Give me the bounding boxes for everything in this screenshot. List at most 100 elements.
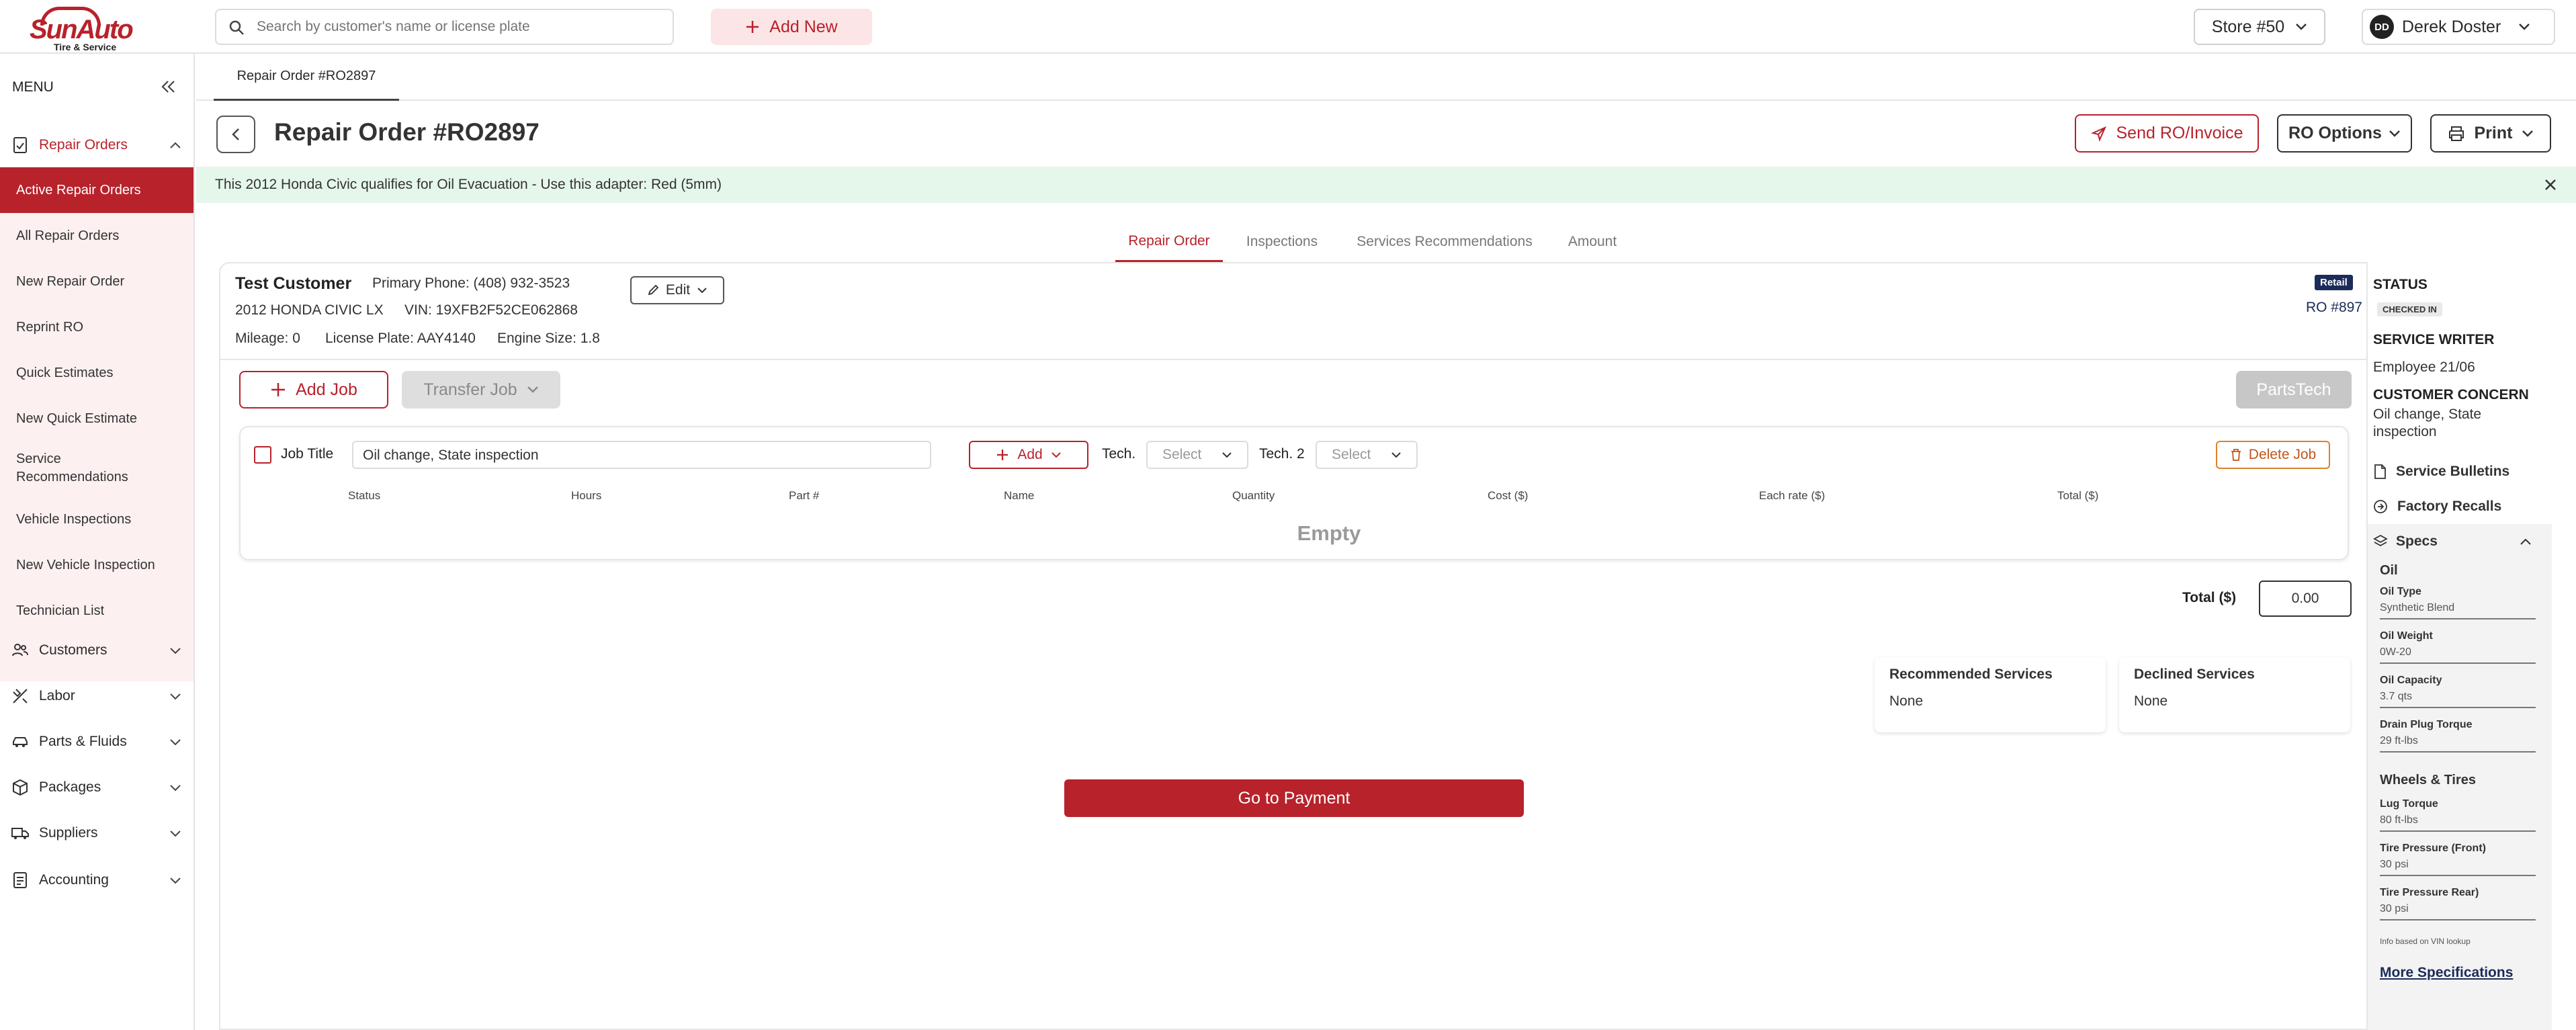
tab-inspections[interactable]: Inspections: [1235, 222, 1329, 262]
chevron-down-icon: [1222, 452, 1232, 458]
vehicle-mileage: Mileage: 0: [235, 331, 300, 346]
tab-repair-order[interactable]: Repair Order #RO2897: [214, 54, 399, 101]
send-invoice-label: Send RO/Invoice: [2116, 124, 2243, 142]
send-icon: [2090, 126, 2106, 142]
job-title-input[interactable]: Oil change, State inspection: [352, 441, 931, 469]
top-bar: SunAuto Tire & Service Add New Store #50…: [0, 0, 2576, 54]
add-job-button[interactable]: Add Job: [239, 371, 388, 409]
add-new-button[interactable]: Add New: [711, 9, 872, 45]
spec-key: Oil Weight: [2380, 630, 2433, 642]
oil-evacuation-banner: This 2012 Honda Civic qualifies for Oil …: [196, 167, 2576, 203]
sidebar-item-all-repair-orders[interactable]: All Repair Orders: [0, 213, 194, 259]
sidebar-item-technician-list[interactable]: Technician List: [0, 588, 194, 634]
spec-value: 3.7 qts: [2380, 691, 2413, 702]
service-bulletins-link[interactable]: Service Bulletins: [2373, 464, 2509, 480]
sidebar-item-service-recommendations[interactable]: Service Recommendations: [0, 441, 134, 495]
send-invoice-button[interactable]: Send RO/Invoice: [2075, 114, 2259, 153]
tab-services-recommendations[interactable]: Services Recommendations: [1344, 222, 1545, 262]
specs-label: Specs: [2396, 533, 2438, 549]
nav-accounting[interactable]: Accounting: [0, 859, 195, 902]
declined-services-box: Declined Services None: [2119, 657, 2350, 732]
chevron-down-icon: [2522, 130, 2534, 137]
vehicle-name: 2012 HONDA CIVIC LX: [235, 302, 384, 318]
delete-job-button[interactable]: Delete Job: [2216, 441, 2330, 469]
transfer-job-button[interactable]: Transfer Job: [402, 371, 560, 409]
chevron-up-icon: [170, 142, 181, 148]
column-header: Hours: [571, 489, 602, 502]
customer-phone: Primary Phone: (408) 932-3523: [372, 275, 570, 291]
nav-parts-fluids[interactable]: Parts & Fluids: [0, 720, 195, 763]
column-header: Quantity: [1232, 489, 1275, 502]
nav-labor-label: Labor: [39, 688, 75, 703]
nav-customers[interactable]: Customers: [0, 629, 195, 672]
sidebar-item-new-quick-estimate[interactable]: New Quick Estimate: [0, 396, 194, 441]
collapse-sidebar-icon[interactable]: [159, 77, 179, 97]
spec-key: Drain Plug Torque: [2380, 719, 2473, 730]
sidebar-item-new-repair-order[interactable]: New Repair Order: [0, 259, 194, 304]
back-button[interactable]: [216, 116, 255, 153]
logo-text: SunAuto: [30, 15, 134, 44]
sidebar-item-quick-estimates[interactable]: Quick Estimates: [0, 350, 194, 396]
nav-repair-orders[interactable]: Repair Orders: [0, 124, 195, 167]
recommended-services-box: Recommended Services None: [1875, 657, 2106, 732]
close-icon[interactable]: [2541, 175, 2560, 194]
print-button[interactable]: Print: [2430, 114, 2551, 153]
spec-divider: [2380, 919, 2536, 920]
customer-name[interactable]: Test Customer: [235, 274, 351, 294]
delete-job-label: Delete Job: [2248, 447, 2317, 462]
repair-order-icon: [13, 137, 27, 153]
sidebar-item-vehicle-inspections[interactable]: Vehicle Inspections: [0, 497, 194, 542]
edit-button[interactable]: Edit: [630, 276, 724, 304]
tech2-select[interactable]: Select: [1316, 441, 1418, 469]
chevron-down-icon: [170, 648, 181, 654]
store-selector[interactable]: Store #50: [2194, 9, 2325, 45]
spec-value: 0W-20: [2380, 646, 2411, 658]
chevron-down-icon: [170, 693, 181, 700]
tab-repair-order-content[interactable]: Repair Order: [1115, 222, 1223, 262]
specs-header[interactable]: Specs: [2373, 527, 2548, 556]
search-input[interactable]: [257, 17, 660, 37]
partstech-button[interactable]: PartsTech: [2236, 371, 2352, 409]
user-menu[interactable]: DD Derek Doster: [2362, 9, 2555, 45]
recall-icon: [2374, 500, 2387, 513]
ro-options-button[interactable]: RO Options: [2277, 114, 2412, 153]
spec-divider: [2380, 707, 2536, 708]
customer-concern-label: CUSTOMER CONCERN: [2373, 387, 2529, 402]
repair-orders-submenu: Active Repair Orders All Repair Orders N…: [0, 167, 194, 681]
nav-labor[interactable]: Labor: [0, 675, 195, 718]
logo-tagline: Tire & Service: [54, 42, 117, 52]
add-item-button[interactable]: Add: [969, 441, 1088, 469]
accounting-icon: [13, 872, 27, 888]
nav-packages-label: Packages: [39, 779, 101, 795]
nav-suppliers[interactable]: Suppliers: [0, 812, 195, 855]
tech-select[interactable]: Select: [1146, 441, 1248, 469]
more-specifications-link[interactable]: More Specifications: [2380, 965, 2513, 981]
spec-key: Oil Capacity: [2380, 675, 2442, 686]
chevron-down-icon: [527, 386, 538, 393]
column-header: Part #: [789, 489, 820, 502]
spec-divider: [2380, 751, 2536, 753]
job-checkbox[interactable]: [254, 446, 271, 464]
vehicle-vin: VIN: 19XFB2F52CE062868: [404, 302, 578, 318]
column-header: Total ($): [2057, 489, 2099, 502]
store-label: Store #50: [2211, 17, 2285, 36]
sidebar-item-active-repair-orders[interactable]: Active Repair Orders: [0, 167, 194, 213]
factory-recalls-link[interactable]: Factory Recalls: [2373, 499, 2501, 515]
sidebar: MENU Repair Orders Active Repair Orders …: [0, 54, 195, 1030]
sidebar-item-new-vehicle-inspection[interactable]: New Vehicle Inspection: [0, 542, 194, 588]
service-bulletins-label: Service Bulletins: [2396, 464, 2510, 479]
tab-amount[interactable]: Amount: [1559, 222, 1626, 262]
sunauto-logo[interactable]: SunAuto Tire & Service: [27, 5, 134, 52]
engine-size: Engine Size: 1.8: [497, 331, 600, 346]
service-writer-label: SERVICE WRITER: [2373, 332, 2495, 347]
nav-packages[interactable]: Packages: [0, 766, 195, 809]
plus-icon: [746, 21, 759, 33]
spec-divider: [2380, 618, 2536, 619]
chevron-down-icon: [170, 739, 181, 746]
chevron-down-icon: [170, 877, 181, 884]
go-to-payment-button[interactable]: Go to Payment: [1064, 779, 1524, 817]
add-item-label: Add: [1017, 447, 1043, 462]
sidebar-item-reprint-ro[interactable]: Reprint RO: [0, 304, 194, 350]
nav-accounting-label: Accounting: [39, 872, 109, 888]
search-box[interactable]: [215, 9, 674, 45]
